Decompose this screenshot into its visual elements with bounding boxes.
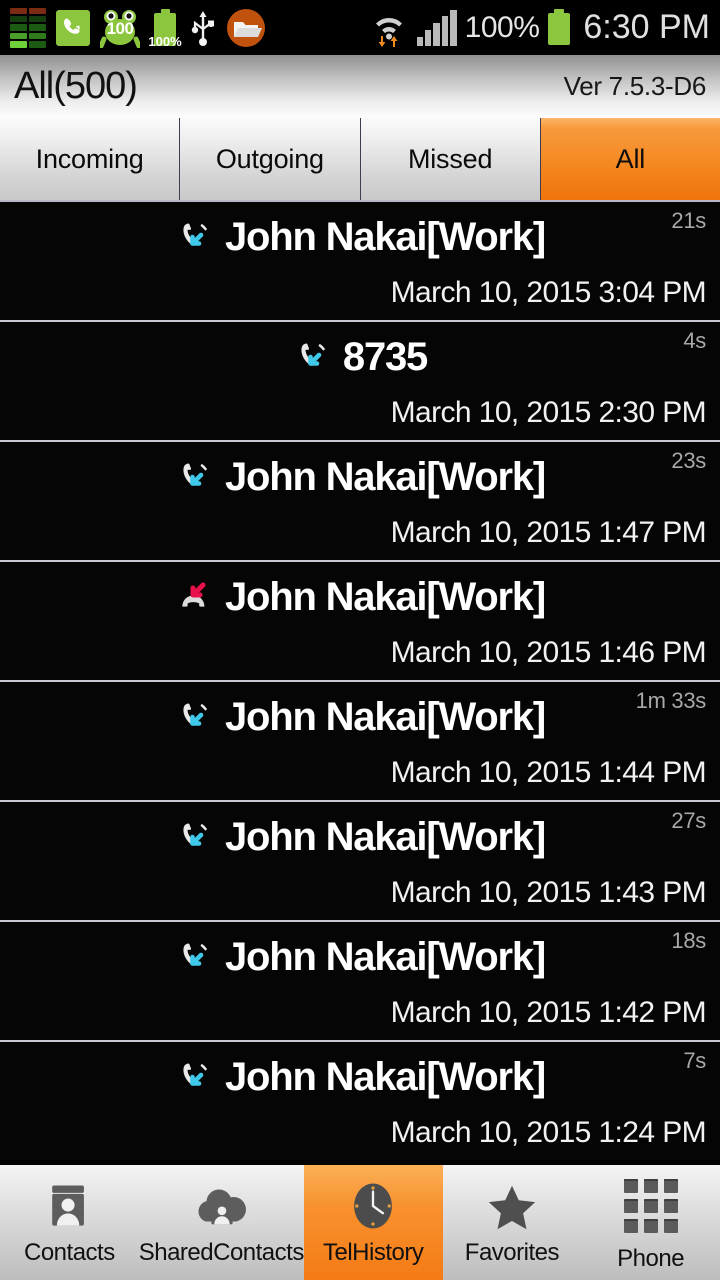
nav-item-phone-label: Phone	[617, 1245, 685, 1272]
call-contact-name: John Nakai[Work]	[224, 814, 546, 859]
tab-missed[interactable]: Missed	[360, 118, 541, 200]
tab-outgoing[interactable]: Outgoing	[180, 118, 361, 200]
clock-label: 6:30 PM	[583, 8, 710, 46]
table-row[interactable]: John Nakai[Work] 7s March 10, 2015 1:24 …	[0, 1040, 720, 1160]
incoming-call-icon	[293, 337, 333, 377]
shared-contacts-icon	[190, 1175, 252, 1237]
call-row-main: John Nakai[Work]	[0, 210, 720, 264]
title-bar: All(500) Ver 7.5.3-D6	[0, 55, 720, 118]
contacts-icon	[38, 1175, 100, 1237]
nav-item-shared-contacts[interactable]: SharedContacts	[139, 1165, 304, 1280]
nav-item-telhistory[interactable]: TelHistory	[303, 1165, 443, 1280]
filter-tab-bar: Incoming Outgoing Missed All	[0, 118, 720, 200]
incoming-call-icon	[175, 937, 215, 977]
call-row-main: John Nakai[Work]	[0, 930, 720, 984]
call-duration: 18s	[671, 928, 706, 953]
star-icon	[481, 1175, 543, 1237]
table-row[interactable]: 8735 4s March 10, 2015 2:30 PM	[0, 320, 720, 440]
call-duration: 23s	[671, 448, 706, 473]
call-row-main: John Nakai[Work]	[0, 570, 720, 624]
call-timestamp: March 10, 2015 1:46 PM	[390, 636, 707, 669]
nav-item-telhistory-label: TelHistory	[323, 1239, 424, 1266]
clock-icon	[342, 1175, 404, 1237]
incoming-call-icon	[175, 457, 215, 497]
battery-icon	[547, 8, 571, 47]
status-bar-right-icons: 100% 6:30 PM	[369, 8, 710, 48]
battery-saver-icon: 100%	[148, 8, 182, 49]
call-history-list: John Nakai[Work] 21s March 10, 2015 3:04…	[0, 200, 720, 1160]
frog-icon: 100	[100, 8, 140, 48]
battery-percent-label: 100%	[464, 10, 540, 44]
call-timestamp: March 10, 2015 1:47 PM	[390, 516, 707, 549]
table-row[interactable]: John Nakai[Work] 1m 33s March 10, 2015 1…	[0, 680, 720, 800]
tab-missed-label: Missed	[407, 143, 493, 174]
table-row[interactable]: John Nakai[Work] March 10, 2015 1:46 PM	[0, 560, 720, 680]
tab-all-label: All	[615, 143, 646, 174]
call-contact-name: John Nakai[Work]	[224, 574, 546, 619]
status-bar: 100 100% 100% 6:30 PM	[0, 0, 720, 55]
incoming-call-icon	[175, 697, 215, 737]
folder-icon	[226, 8, 266, 48]
call-timestamp: March 10, 2015 1:42 PM	[390, 996, 707, 1029]
battery-saver-badge: 100%	[148, 33, 182, 49]
status-bar-left-icons: 100 100%	[10, 7, 266, 49]
call-duration: 7s	[683, 1048, 706, 1073]
incoming-call-icon	[175, 817, 215, 857]
green-phone-icon	[56, 9, 90, 46]
call-row-main: John Nakai[Work]	[0, 450, 720, 504]
page-title: All(500)	[14, 65, 138, 107]
call-contact-name: John Nakai[Work]	[224, 694, 546, 739]
tab-all[interactable]: All	[540, 118, 720, 200]
call-timestamp: March 10, 2015 1:24 PM	[390, 1116, 707, 1149]
call-duration: 21s	[671, 208, 706, 233]
signal-bars-icon	[416, 9, 457, 46]
bottom-navigation-bar: Contacts SharedContacts TelHistory Favor…	[0, 1165, 720, 1280]
table-row[interactable]: John Nakai[Work] 21s March 10, 2015 3:04…	[0, 200, 720, 320]
table-row[interactable]: John Nakai[Work] 27s March 10, 2015 1:43…	[0, 800, 720, 920]
table-row[interactable]: John Nakai[Work] 18s March 10, 2015 1:42…	[0, 920, 720, 1040]
call-contact-name: John Nakai[Work]	[224, 1054, 546, 1099]
nav-item-favorites[interactable]: Favorites	[443, 1165, 582, 1280]
frog-badge: 100	[106, 18, 134, 38]
call-row-main: John Nakai[Work]	[0, 690, 720, 744]
call-contact-name: John Nakai[Work]	[224, 934, 546, 979]
incoming-call-icon	[175, 217, 215, 257]
dialpad-icon	[620, 1175, 682, 1237]
tab-incoming-label: Incoming	[35, 143, 144, 174]
call-row-main: John Nakai[Work]	[0, 1050, 720, 1104]
table-row[interactable]: John Nakai[Work] 23s March 10, 2015 1:47…	[0, 440, 720, 560]
tab-incoming[interactable]: Incoming	[0, 118, 181, 200]
call-contact-name: 8735	[342, 334, 428, 379]
missed-call-icon	[175, 577, 215, 617]
equalizer-icon	[10, 7, 46, 48]
nav-item-contacts[interactable]: Contacts	[0, 1165, 139, 1280]
version-label: Ver 7.5.3-D6	[563, 71, 707, 101]
call-row-main: John Nakai[Work]	[0, 810, 720, 864]
call-duration: 4s	[683, 328, 706, 353]
call-timestamp: March 10, 2015 2:30 PM	[390, 396, 707, 429]
call-timestamp: March 10, 2015 1:44 PM	[390, 756, 707, 789]
tab-outgoing-label: Outgoing	[215, 143, 324, 174]
incoming-call-icon	[175, 1057, 215, 1097]
call-contact-name: John Nakai[Work]	[224, 214, 546, 259]
call-duration: 27s	[671, 808, 706, 833]
call-row-main: 8735	[0, 330, 720, 384]
call-timestamp: March 10, 2015 3:04 PM	[390, 276, 707, 309]
usb-icon	[190, 9, 216, 47]
nav-item-phone[interactable]: Phone	[581, 1165, 720, 1280]
call-duration: 1m 33s	[635, 688, 707, 713]
call-contact-name: John Nakai[Work]	[224, 454, 546, 499]
call-timestamp: March 10, 2015 1:43 PM	[390, 876, 707, 909]
nav-item-favorites-label: Favorites	[464, 1239, 560, 1266]
wifi-icon	[369, 8, 409, 48]
nav-item-shared-contacts-label: SharedContacts	[138, 1239, 305, 1266]
nav-item-contacts-label: Contacts	[24, 1239, 115, 1266]
